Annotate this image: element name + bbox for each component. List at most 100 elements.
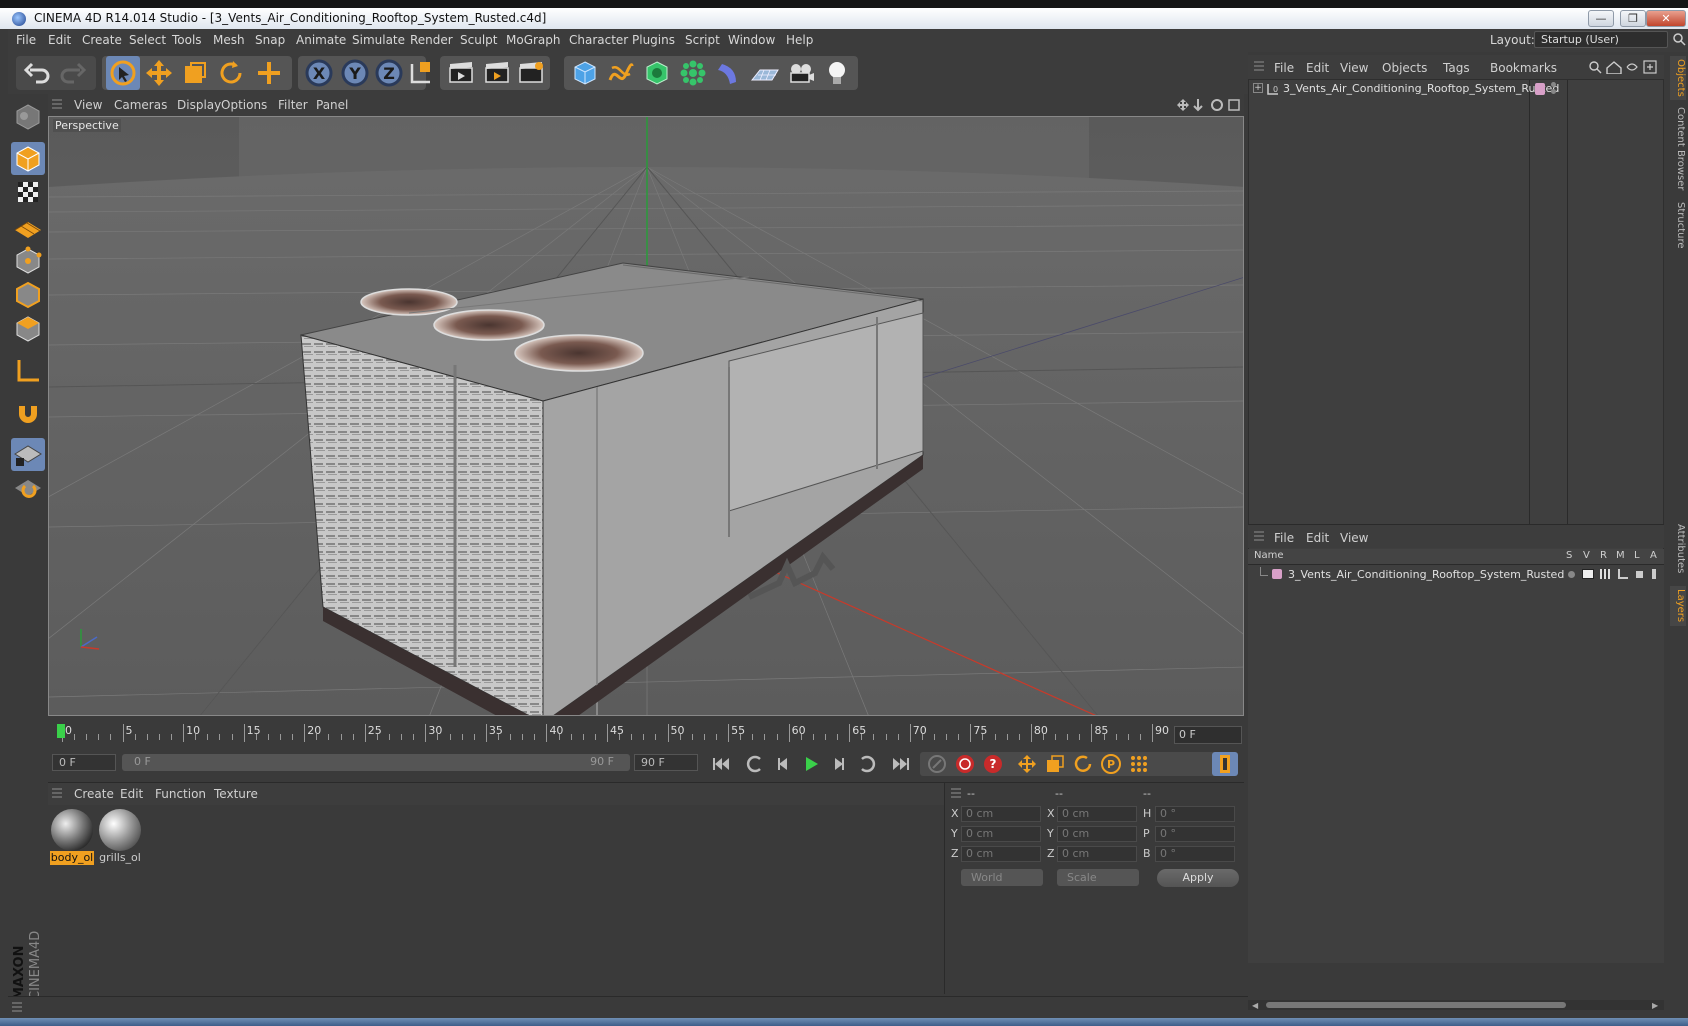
render-film-icon[interactable] — [1600, 569, 1610, 579]
menu-animate[interactable]: Animate — [296, 33, 346, 47]
viewport-menu-view[interactable]: View — [74, 98, 102, 112]
panel-grip-icon[interactable] — [1254, 61, 1264, 73]
autokey-button[interactable]: ? — [980, 752, 1006, 776]
add-tool-button[interactable] — [252, 56, 286, 90]
viewport-menu-cameras[interactable]: Cameras — [114, 98, 167, 112]
motion-path-button[interactable] — [924, 752, 950, 776]
position-x-field[interactable]: 0 cm — [961, 806, 1041, 822]
tab-objects[interactable]: Objects — [1670, 56, 1686, 100]
nurbs-button[interactable] — [640, 56, 674, 90]
column-name[interactable]: Name — [1254, 550, 1284, 561]
render-view-button[interactable] — [444, 56, 478, 90]
panel-grip-icon[interactable] — [951, 788, 961, 800]
material-menu-function[interactable]: Function — [155, 787, 206, 801]
timeline-ruler[interactable]: 0 5 10 15 20 25 30 35 40 45 50 55 60 65 70 75 80 85 90 0 F — [48, 718, 1244, 744]
timeline-playhead[interactable] — [57, 724, 65, 738]
material-swatch-grills[interactable]: grills_ol — [98, 809, 142, 865]
light-button[interactable] — [820, 56, 854, 90]
layer-menu-view[interactable]: View — [1340, 531, 1368, 545]
edges-mode-button[interactable] — [11, 278, 45, 311]
range-slider[interactable]: 0 F 90 F — [122, 754, 630, 771]
end-frame-field[interactable]: 90 F — [634, 754, 698, 771]
manager-tree-icon[interactable] — [1618, 569, 1628, 579]
viewport-move-icon[interactable] — [1176, 98, 1240, 115]
menu-mesh[interactable]: Mesh — [213, 33, 245, 47]
key-rotation-button[interactable] — [1070, 752, 1096, 776]
menu-script[interactable]: Script — [685, 33, 720, 47]
record-button[interactable] — [952, 752, 978, 776]
editor-visibility-dot[interactable] — [1551, 82, 1556, 87]
search-icon[interactable] — [1672, 32, 1686, 49]
object-row[interactable]: + 0 3_Vents_Air_Conditioning_Rooftop_Sys… — [1249, 80, 1663, 98]
y-axis-button[interactable]: Y — [338, 56, 372, 90]
z-axis-button[interactable]: Z — [372, 56, 406, 90]
render-picture-viewer-button[interactable] — [480, 56, 514, 90]
menu-snap[interactable]: Snap — [255, 33, 285, 47]
floor-button[interactable] — [748, 56, 782, 90]
rotation-h-field[interactable]: 0 ° — [1155, 806, 1235, 822]
minimize-button[interactable]: — — [1588, 10, 1614, 27]
snap-button[interactable] — [11, 396, 45, 429]
menu-character[interactable]: Character — [569, 33, 628, 47]
apply-button[interactable]: Apply — [1157, 869, 1239, 887]
menu-sculpt[interactable]: Sculpt — [460, 33, 497, 47]
timeline-layout-button[interactable] — [1212, 752, 1238, 776]
scale-button[interactable] — [178, 56, 212, 90]
material-swatch-body[interactable]: body_ol — [50, 809, 94, 865]
live-select-button[interactable] — [106, 56, 140, 90]
rotate-button[interactable] — [214, 56, 248, 90]
size-y-field[interactable]: 0 cm — [1057, 826, 1137, 842]
close-button[interactable]: ✕ — [1646, 10, 1686, 27]
material-menu-edit[interactable]: Edit — [120, 787, 143, 801]
make-editable-button[interactable] — [11, 100, 45, 133]
visible-eye-icon[interactable] — [1582, 569, 1594, 579]
go-to-end-button[interactable] — [888, 752, 914, 776]
rotation-p-field[interactable]: 0 ° — [1155, 826, 1235, 842]
scroll-right-icon[interactable]: ▶ — [1652, 1001, 1658, 1010]
cube-button[interactable] — [568, 56, 602, 90]
deformer-button[interactable] — [712, 56, 746, 90]
next-keyframe-button[interactable] — [854, 752, 880, 776]
tab-attributes[interactable]: Attributes — [1670, 522, 1686, 576]
expand-icon[interactable]: + — [1253, 83, 1263, 93]
3d-viewport[interactable]: Perspective — [48, 116, 1244, 716]
key-pla-button[interactable] — [1126, 752, 1152, 776]
column-manager[interactable]: M — [1616, 550, 1625, 561]
maximize-button[interactable]: ❐ — [1620, 10, 1646, 27]
object-menu-view[interactable]: View — [1340, 61, 1368, 75]
object-menu-objects[interactable]: Objects — [1382, 61, 1427, 75]
column-visible[interactable]: V — [1583, 550, 1590, 561]
tab-content-browser[interactable]: Content Browser — [1670, 106, 1686, 192]
model-mode-button[interactable] — [11, 142, 45, 175]
current-frame-field[interactable]: 0 F — [1174, 726, 1242, 744]
viewport-menu-display[interactable]: Display — [177, 98, 221, 112]
column-locked[interactable]: L — [1634, 550, 1640, 561]
menu-help[interactable]: Help — [786, 33, 813, 47]
scroll-left-icon[interactable]: ◀ — [1252, 1001, 1258, 1010]
x-axis-button[interactable]: X — [302, 56, 336, 90]
layer-menu-edit[interactable]: Edit — [1306, 531, 1329, 545]
menu-render[interactable]: Render — [410, 33, 453, 47]
menu-mograph[interactable]: MoGraph — [506, 33, 561, 47]
render-visibility-dot[interactable] — [1551, 89, 1556, 94]
menu-plugins[interactable]: Plugins — [632, 33, 675, 47]
material-menu-create[interactable]: Create — [74, 787, 114, 801]
column-solo[interactable]: S — [1566, 550, 1572, 561]
layer-color-swatch[interactable] — [1272, 569, 1282, 579]
viewport-menu-filter[interactable]: Filter — [278, 98, 308, 112]
menu-select[interactable]: Select — [129, 33, 166, 47]
column-render[interactable]: R — [1600, 550, 1607, 561]
layout-dropdown[interactable]: Startup (User) — [1534, 31, 1668, 48]
axis-mode-button[interactable] — [11, 354, 45, 387]
start-frame-field[interactable]: 0 F — [52, 754, 116, 771]
menu-edit[interactable]: Edit — [48, 33, 71, 47]
tab-structure[interactable]: Structure — [1670, 200, 1686, 250]
undo-button[interactable] — [20, 56, 54, 90]
solo-toggle[interactable] — [1568, 571, 1575, 578]
texture-mode-button[interactable] — [11, 176, 45, 209]
previous-keyframe-button[interactable] — [742, 752, 768, 776]
viewport-menu-options[interactable]: Options — [221, 98, 267, 112]
material-menu-texture[interactable]: Texture — [214, 787, 258, 801]
object-menu-file[interactable]: File — [1274, 61, 1294, 75]
animation-icon[interactable] — [1652, 569, 1656, 579]
